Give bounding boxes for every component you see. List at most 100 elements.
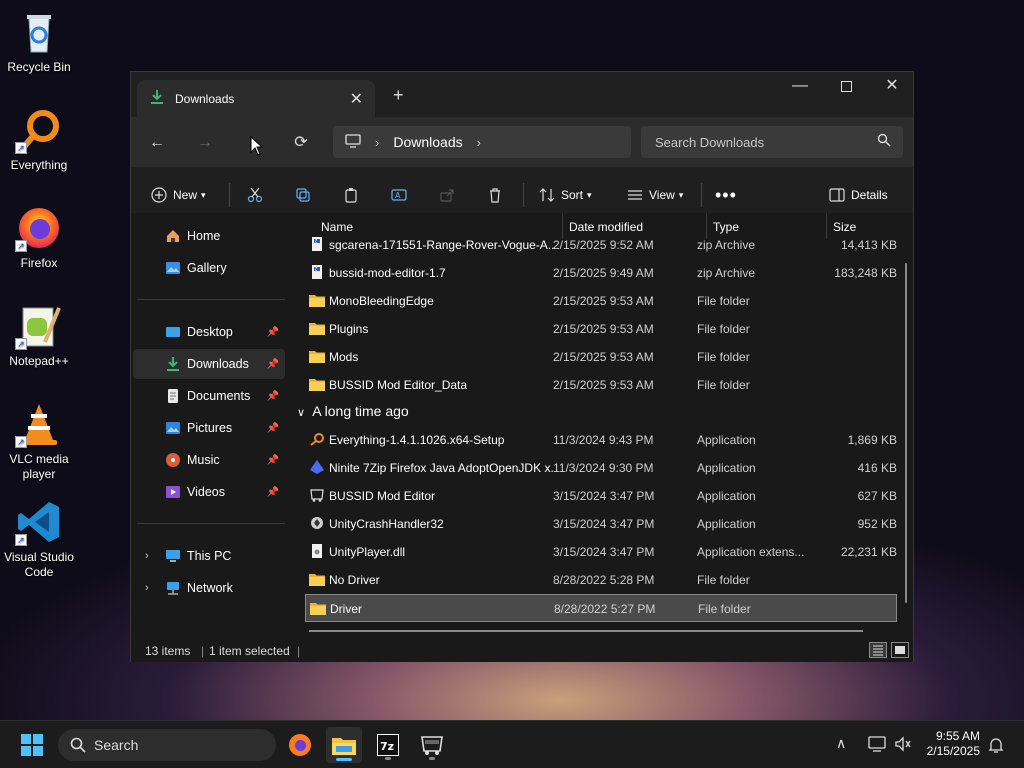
file-row[interactable]: No Driver 8/28/2022 5:28 PM File folder [305,566,897,594]
pin-icon: 📌 [266,454,279,466]
share-button[interactable] [439,181,461,209]
taskbar-file-explorer[interactable] [326,727,362,763]
volume-muted-icon[interactable] [894,736,912,752]
zip-icon: Z [309,265,325,279]
desktop-icon-label: Everything [10,158,68,172]
start-button[interactable] [14,727,50,763]
chevron-down-icon: ▾ [678,189,684,200]
file-date: 2/15/2025 9:53 AM [553,350,654,364]
notepad-plus-plus-icon: ↗ [15,302,63,350]
notification-bell-icon[interactable] [988,736,1004,754]
desktop-icon-vlc[interactable]: ↗ VLC media player [4,400,74,482]
network-status-icon[interactable] [868,736,886,752]
gallery-icon [166,262,180,274]
folder-icon [310,601,326,615]
view-list-icon [628,190,642,200]
paste-button[interactable] [343,181,365,209]
delete-button[interactable] [487,181,509,209]
file-row[interactable]: BUSSID Mod Editor_Data 2/15/2025 9:53 AM F… [305,371,897,399]
view-label: View [649,188,675,202]
file-row[interactable]: Everything-1.4.1.1026.x64-Setup 11/3/2024… [305,426,897,454]
pin-icon: 📌 [266,326,279,338]
file-size: 1,869 KB [847,433,897,447]
taskbar-firefox[interactable] [282,727,318,763]
details-view-button[interactable] [869,642,887,658]
unity-icon [309,516,325,530]
sort-button[interactable]: Sort ▾ [539,181,592,209]
address-bar[interactable]: › Downloads › [333,126,631,158]
search-input[interactable]: Search Downloads [641,126,903,158]
desktop-icon-everything[interactable]: ↗ Everything [4,106,74,173]
sidebar-item-gallery[interactable]: Gallery [133,253,285,283]
file-row[interactable]: UnityCrashHandler32 3/15/2024 3:47 PM Appl… [305,510,897,538]
chevron-right-icon[interactable]: › [145,582,149,594]
close-tab-icon[interactable]: ✕ [350,89,363,109]
maximize-button[interactable] [823,72,869,102]
tab-downloads[interactable]: Downloads ✕ [137,80,375,117]
file-row[interactable]: Driver 8/28/2022 5:27 PM File folder [305,594,897,622]
sidebar-item-home[interactable]: Home [133,221,285,251]
bus-icon [421,736,443,755]
more-options-button[interactable]: ••• [715,181,737,209]
sidebar-item-pictures[interactable]: Pictures 📌 [133,413,285,443]
back-button[interactable]: ← [141,127,173,159]
sidebar-item-music[interactable]: Music 📌 [133,445,285,475]
sidebar-item-documents[interactable]: Documents 📌 [133,381,285,411]
sidebar-item-videos[interactable]: Videos 📌 [133,477,285,507]
taskbar-search[interactable]: Search [58,729,276,761]
file-row[interactable]: Ninite 7Zip Firefox Java AdoptOpenJDK x.… [305,454,897,482]
file-row[interactable]: Zsgcarena-171551-Range-Rover-Vogue-A... 2… [305,231,897,259]
view-button[interactable]: View ▾ [627,181,683,209]
taskbar-7zip[interactable]: 7z [370,727,406,763]
sidebar-item-desktop[interactable]: Desktop 📌 [133,317,285,347]
selection-count: 1 item selected [209,644,290,658]
tiles-view-button[interactable] [891,642,909,658]
taskbar-bussid-mod-editor[interactable] [414,727,450,763]
forward-button[interactable]: → [189,127,221,159]
chevron-right-icon[interactable]: › [477,135,481,150]
pin-icon: 📌 [266,422,279,434]
trash-icon [490,188,500,203]
new-tab-button[interactable]: + [393,85,404,106]
file-type: Application [697,489,756,503]
show-hidden-icons-button[interactable]: ∧ [836,735,846,752]
file-group-header[interactable]: ∨ A long time ago [297,403,409,419]
minimize-button[interactable]: — [777,72,823,102]
running-app-indicator [429,757,435,760]
cut-button[interactable] [247,181,269,209]
sidebar-item-label: Desktop [187,325,233,339]
file-row[interactable]: Mods 2/15/2025 9:53 AM File folder [305,343,897,371]
folder-icon [309,321,325,335]
copy-button[interactable] [295,181,317,209]
horizontal-scrollbar[interactable] [309,630,863,632]
file-row[interactable]: BUSSID Mod Editor 3/15/2024 3:47 PM Applic… [305,482,897,510]
taskbar-search-label: Search [94,737,139,753]
sidebar-item-this-pc[interactable]: › This PC [133,541,285,571]
file-row[interactable]: Plugins 2/15/2025 9:53 AM File folder [305,315,897,343]
refresh-button[interactable]: ⟳ [285,127,317,159]
chevron-right-icon[interactable]: › [145,550,149,562]
close-window-button[interactable]: ✕ [869,72,915,102]
file-row[interactable]: Zbussid-mod-editor-1.7 2/15/2025 9:49 AM z… [305,259,897,287]
vertical-scrollbar[interactable] [905,263,907,603]
new-button[interactable]: New ▾ [151,181,206,209]
file-name: No Driver [329,573,380,587]
breadcrumb-downloads[interactable]: Downloads [393,134,462,150]
file-row[interactable]: MonoBleedingEdge 2/15/2025 9:53 AM File fo… [305,287,897,315]
system-clock[interactable]: 9:55 AM 2/15/2025 [927,729,980,759]
file-date: 2/15/2025 9:49 AM [553,266,654,280]
rename-button[interactable]: A [391,181,413,209]
computer-icon [345,133,361,151]
desktop-icon-firefox[interactable]: ↗ Firefox [4,204,74,271]
desktop-icon-recycle-bin[interactable]: Recycle Bin [4,8,74,75]
sidebar-item-label: Documents [187,389,251,403]
sidebar-item-network[interactable]: › Network [133,573,285,603]
dll-icon [309,544,325,558]
desktop-icon-vscode[interactable]: ↗ Visual Studio Code [4,498,74,580]
file-row[interactable]: UnityPlayer.dll 3/15/2024 3:47 PM Applicat… [305,538,897,566]
desktop-icon-label: Visual Studio Code [4,550,74,579]
everything-app-icon [309,432,325,446]
desktop-icon-notepad-plus-plus[interactable]: ↗ Notepad++ [4,302,74,369]
sidebar-item-downloads[interactable]: Downloads 📌 [133,349,285,379]
details-pane-button[interactable]: Details [829,181,888,209]
